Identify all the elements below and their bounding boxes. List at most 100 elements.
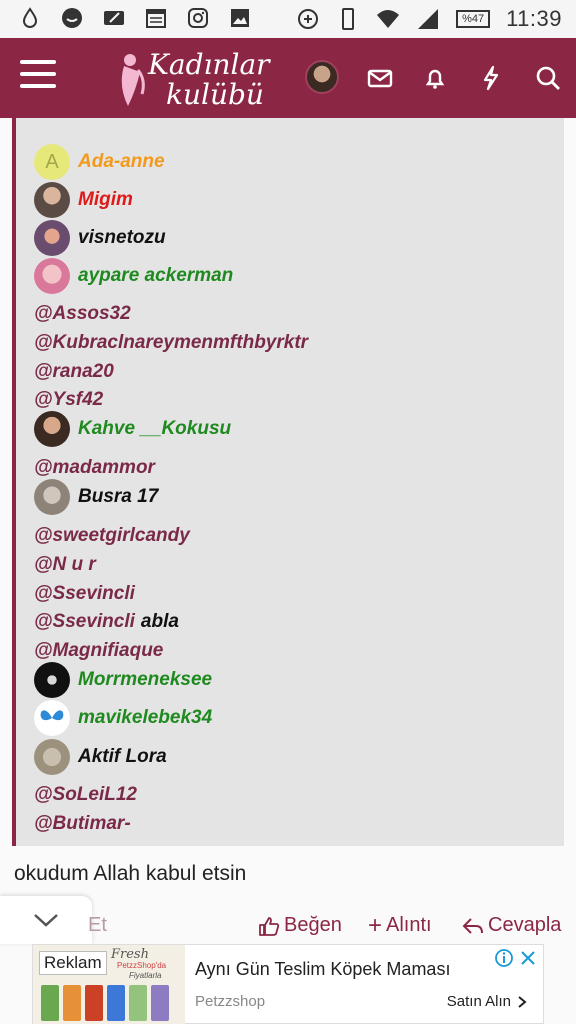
product-pack [85, 985, 103, 1021]
instagram-icon [188, 8, 208, 28]
mention-text[interactable]: @rana20 [34, 361, 114, 383]
mention-text[interactable]: @Ssevincli [34, 611, 135, 633]
reply-button[interactable]: Cevapla [462, 914, 561, 937]
ad-image-text-3: Fiyatlarla [129, 971, 162, 980]
mention-text[interactable]: @sweetgirlcandy [34, 525, 190, 547]
product-pack [41, 985, 59, 1021]
plus-icon: + [368, 911, 383, 939]
avatar[interactable] [34, 220, 70, 256]
battery-level: %47 [462, 13, 485, 25]
avatar[interactable]: A [34, 144, 70, 180]
avatar[interactable] [34, 700, 70, 736]
logo-text-line1: Kadınlar [148, 48, 270, 81]
quote-block: A Ada-anne Migim visnetozu aypare ackerm… [12, 118, 564, 846]
mention-link[interactable]: @Ysf42 [34, 384, 103, 416]
username-link[interactable]: Morrmeneksee [78, 669, 212, 691]
mention-link[interactable]: @N u r [34, 549, 96, 581]
username-link[interactable]: Busra 17 [78, 486, 158, 508]
list-item: Busra 17 [34, 479, 158, 515]
avatar[interactable] [34, 411, 70, 447]
username-link[interactable]: mavikelebek34 [78, 707, 212, 729]
product-pack [107, 985, 125, 1021]
logo-figure-icon [121, 54, 145, 106]
reply-icon [462, 917, 483, 934]
like-button[interactable]: Beğen [258, 914, 342, 937]
clock: 11:39 [506, 6, 562, 31]
like-label: Beğen [284, 914, 342, 936]
post-body: okudum Allah kabul etsin [14, 862, 247, 885]
username-link[interactable]: Kahve __Kokusu [78, 418, 231, 440]
thumbs-up-icon [259, 916, 280, 936]
mention-link[interactable]: @Assos32 [34, 298, 131, 330]
mention-link[interactable]: @sweetgirlcandy [34, 520, 190, 552]
user-avatar[interactable] [305, 60, 339, 94]
quote-label: Alıntı [386, 914, 432, 936]
edit-card-icon [104, 11, 124, 25]
avatar[interactable] [34, 479, 70, 515]
site-header: Kadınlar kulübü [0, 38, 576, 118]
mention-text[interactable]: @Ssevincli [34, 583, 135, 605]
chat-bubble-icon [62, 8, 82, 28]
ad-cta-label: Satın Alın [446, 993, 511, 1010]
butterfly-icon [40, 710, 64, 721]
status-bar: %47 11:39 [0, 0, 576, 38]
mention-link[interactable]: @Butimar- [34, 808, 131, 840]
mention-text[interactable]: @Butimar- [34, 813, 131, 835]
mention-suffix: abla [140, 611, 179, 632]
mention-link[interactable]: @SoLeiL12 [34, 779, 137, 811]
mention-text[interactable]: @Ysf42 [34, 389, 103, 411]
close-icon[interactable] [519, 949, 537, 967]
drop-icon [22, 7, 38, 28]
username-link[interactable]: Aktif Lora [78, 746, 167, 768]
mention-text[interactable]: @madammor [34, 457, 155, 479]
mention-text[interactable]: @Magnifiaque [34, 640, 163, 662]
list-item: Kahve __Kokusu [34, 411, 231, 447]
username-link[interactable]: aypare ackerman [78, 265, 233, 287]
product-pack [129, 985, 147, 1021]
username-link[interactable]: visnetozu [78, 227, 166, 249]
info-icon[interactable] [495, 949, 513, 967]
mention-text[interactable]: @SoLeiL12 [34, 784, 137, 806]
list-item: aypare ackerman [34, 258, 233, 294]
ad-cta-button[interactable]: Satın Alın [447, 993, 527, 1010]
search-icon[interactable] [534, 64, 562, 92]
username-link[interactable]: Migim [78, 189, 133, 211]
avatar[interactable] [34, 739, 70, 775]
list-item: A Ada-anne [34, 144, 165, 180]
mention-text[interactable]: @Assos32 [34, 303, 131, 325]
mention-text[interactable]: @Kubraclnareymenmfthbyrktr [34, 332, 308, 354]
list-item: visnetozu [34, 220, 166, 256]
reply-label: Cevapla [488, 914, 562, 936]
signal-icon [418, 9, 439, 29]
product-pack [151, 985, 169, 1021]
ad-banner[interactable]: Fresh PetzzShop'da Fiyatlarla Reklam Ayn… [32, 944, 544, 1024]
avatar[interactable] [34, 182, 70, 218]
list-item: Aktif Lora [34, 739, 167, 775]
username-link[interactable]: Ada-anne [78, 151, 165, 173]
list-item: Migim [34, 182, 133, 218]
logo-text-line2: kulübü [166, 78, 264, 111]
ad-label: Reklam [39, 951, 107, 975]
mail-icon[interactable] [366, 64, 394, 92]
ad-title[interactable]: Aynı Gün Teslim Köpek Maması [195, 959, 450, 980]
phone-icon [342, 8, 355, 30]
wifi-icon [377, 10, 400, 28]
list-item: mavikelebek34 [34, 700, 212, 736]
menu-icon[interactable] [20, 60, 56, 90]
mention-link[interactable]: @Kubraclnareymenmfthbyrktr [34, 327, 308, 359]
quote-button[interactable]: + Alıntı [368, 911, 432, 939]
chevron-right-icon [518, 995, 527, 1008]
mention-link[interactable]: @Ssevincli abla [34, 606, 179, 638]
list-item: Morrmeneksee [34, 662, 212, 698]
mention-text[interactable]: @N u r [34, 554, 96, 576]
product-pack [63, 985, 81, 1021]
ad-image-text-2: PetzzShop'da [117, 961, 167, 970]
ad-brand: Petzzshop [195, 993, 266, 1010]
bell-icon[interactable] [421, 64, 449, 92]
post-actions: Beğen + Alıntı Cevapla [0, 908, 576, 944]
avatar[interactable] [34, 258, 70, 294]
calendar-icon [146, 9, 166, 28]
site-logo[interactable]: Kadınlar kulübü [110, 44, 280, 114]
avatar[interactable] [34, 662, 70, 698]
lightning-icon[interactable] [477, 64, 505, 92]
